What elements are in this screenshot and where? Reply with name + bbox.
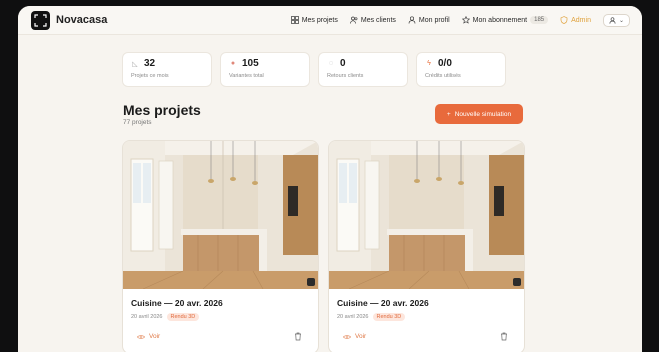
users-icon xyxy=(350,16,358,24)
card-date: 20 avril 2026 xyxy=(337,314,369,320)
kitchen-render-image xyxy=(123,141,318,289)
nav-item-profile[interactable]: Mon profil xyxy=(408,16,450,24)
button-label: Nouvelle simulation xyxy=(454,110,512,118)
stat-card-variants: ● 105 Variantes total xyxy=(220,52,310,87)
view-label: Voir xyxy=(149,333,161,340)
expand-icon[interactable] xyxy=(513,278,521,286)
logo-icon[interactable] xyxy=(31,10,50,30)
chat-icon: ◌ xyxy=(328,60,334,67)
project-count: 77 projets xyxy=(123,119,152,126)
nav-item-subscription[interactable]: Mon abonnement 185 xyxy=(461,16,549,24)
nav-label: Admin xyxy=(571,16,591,24)
stat-card-projects: ◺ 32 Projets ce mois xyxy=(122,52,212,87)
project-card[interactable]: Cuisine — 20 avr. 2026 20 avril 2026 Ren… xyxy=(122,140,319,352)
stat-label: Retours clients xyxy=(327,73,364,79)
card-meta: 20 avril 2026 Rendu 3D xyxy=(131,313,200,321)
nav-item-projects[interactable]: Mes projets xyxy=(290,16,338,24)
eye-icon xyxy=(343,334,351,339)
render-badge: Rendu 3D xyxy=(372,313,406,321)
nav-label: Mon abonnement xyxy=(472,16,528,24)
subscription-count-badge: 185 xyxy=(530,16,549,24)
trash-icon[interactable] xyxy=(500,332,508,341)
card-meta: 20 avril 2026 Rendu 3D xyxy=(337,313,406,321)
new-simulation-button[interactable]: + Nouvelle simulation xyxy=(435,104,523,124)
nav-item-clients[interactable]: Mes clients xyxy=(350,16,396,24)
user-menu-button[interactable]: ⌄ xyxy=(602,13,630,27)
user-icon xyxy=(408,16,416,24)
expand-icon[interactable] xyxy=(307,278,315,286)
top-nav: Novacasa Mes projets Mes clients Mon pro… xyxy=(18,6,642,35)
stat-label: Crédits utilisés xyxy=(425,73,461,79)
stat-label: Projets ce mois xyxy=(131,73,169,79)
card-date: 20 avril 2026 xyxy=(131,314,163,320)
project-thumbnail[interactable] xyxy=(329,141,524,289)
bolt-icon: ϟ xyxy=(427,60,431,67)
nav-label: Mes projets xyxy=(301,16,338,24)
stat-value: 0/0 xyxy=(438,58,452,69)
chart-icon: ◺ xyxy=(132,60,138,68)
project-thumbnail[interactable] xyxy=(123,141,318,289)
view-button[interactable]: Voir xyxy=(137,333,160,340)
nav-label: Mes clients xyxy=(360,16,396,24)
trash-icon[interactable] xyxy=(294,332,302,341)
nav-label: Mon profil xyxy=(418,16,450,24)
view-label: Voir xyxy=(355,333,367,340)
nav-links: Mes projets Mes clients Mon profil Mon a… xyxy=(290,13,630,27)
stats-row: ◺ 32 Projets ce mois ● 105 Variantes tot… xyxy=(122,52,506,87)
user-icon xyxy=(609,16,616,24)
kitchen-render-image xyxy=(329,141,524,289)
page-title: Mes projets xyxy=(123,102,201,118)
card-title: Cuisine — 20 avr. 2026 xyxy=(337,298,429,308)
palette-icon: ● xyxy=(230,60,236,67)
grid-icon xyxy=(290,16,299,24)
stat-value: 105 xyxy=(242,58,259,69)
app-window: Novacasa Mes projets Mes clients Mon pro… xyxy=(18,6,642,352)
stat-value: 0 xyxy=(340,58,346,69)
star-icon xyxy=(461,16,470,24)
plus-icon: + xyxy=(446,110,451,118)
stat-label: Variantes total xyxy=(229,73,264,79)
eye-icon xyxy=(137,334,145,339)
render-badge: Rendu 3D xyxy=(166,313,200,321)
card-title: Cuisine — 20 avr. 2026 xyxy=(131,298,223,308)
stat-card-feedback: ◌ 0 Retours clients xyxy=(318,52,408,87)
chevron-down-icon: ⌄ xyxy=(618,17,624,24)
view-button[interactable]: Voir xyxy=(343,333,366,340)
stat-value: 32 xyxy=(144,58,156,69)
nav-item-admin[interactable]: Admin xyxy=(560,16,591,24)
project-card[interactable]: Cuisine — 20 avr. 2026 20 avril 2026 Ren… xyxy=(328,140,525,352)
brand-name: Novacasa xyxy=(56,14,108,26)
stat-card-credits: ϟ 0/0 Crédits utilisés xyxy=(416,52,506,87)
shield-icon xyxy=(560,16,568,24)
